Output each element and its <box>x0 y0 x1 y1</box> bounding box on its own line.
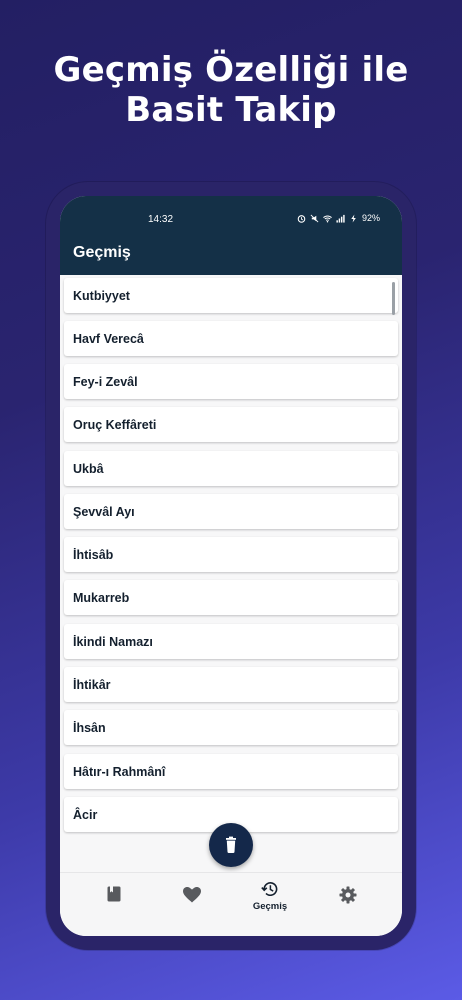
phone-frame: 14:32 92% Geçmiş Kutbiyyet Havf Verecâ F… <box>46 182 416 950</box>
history-list-item[interactable]: Hâtır-ı Rahmânî <box>64 754 398 789</box>
history-icon <box>261 882 278 896</box>
alarm-icon <box>297 214 306 223</box>
nav-settings[interactable] <box>318 873 378 925</box>
app-bar: Geçmiş <box>60 232 402 275</box>
history-list-item[interactable]: İhsân <box>64 710 398 745</box>
list-scrollbar[interactable] <box>392 282 395 315</box>
status-icons: 92% <box>297 213 380 223</box>
history-list-item[interactable]: İhtikâr <box>64 667 398 702</box>
history-list-item[interactable]: İhtisâb <box>64 537 398 572</box>
history-list-item[interactable]: Havf Verecâ <box>64 321 398 356</box>
history-list-item[interactable]: Kutbiyyet <box>64 278 398 313</box>
history-item-label: Mukarreb <box>73 591 130 605</box>
wifi-icon <box>323 215 332 222</box>
battery-charging-icon <box>351 213 356 223</box>
history-item-label: İhtikâr <box>73 678 111 692</box>
gear-icon <box>339 886 357 904</box>
heart-icon <box>183 887 201 903</box>
history-item-label: Oruç Keffâreti <box>73 418 157 432</box>
mute-icon <box>310 214 319 222</box>
page-title: Geçmiş <box>73 244 131 261</box>
nav-dictionary[interactable] <box>84 873 144 925</box>
history-list[interactable]: Kutbiyyet Havf Verecâ Fey-i Zevâl Oruç K… <box>60 275 402 872</box>
book-icon <box>107 886 121 902</box>
history-item-label: Ukbâ <box>73 462 104 476</box>
signal-icon <box>336 214 345 223</box>
clear-history-button[interactable] <box>209 823 253 867</box>
history-list-item[interactable]: Şevvâl Ayı <box>64 494 398 529</box>
history-list-item[interactable]: Mukarreb <box>64 580 398 615</box>
history-item-label: İhtisâb <box>73 548 114 562</box>
history-item-label: Havf Verecâ <box>73 332 144 346</box>
history-item-label: Şevvâl Ayı <box>73 505 135 519</box>
history-list-item[interactable]: İkindi Namazı <box>64 624 398 659</box>
history-item-label: Kutbiyyet <box>73 289 130 303</box>
nav-favorites[interactable] <box>162 873 222 925</box>
history-item-label: İkindi Namazı <box>73 635 153 649</box>
nav-history[interactable]: Geçmiş <box>240 873 300 925</box>
nav-history-label: Geçmiş <box>252 901 288 912</box>
history-item-label: Fey-i Zevâl <box>73 375 138 389</box>
history-item-label: Hâtır-ı Rahmânî <box>73 765 166 779</box>
headline-line-1: Geçmiş Özelliği ile <box>53 50 409 90</box>
battery-percent: 92% <box>361 213 380 223</box>
status-time: 14:32 <box>148 214 174 225</box>
promo-headline: Geçmiş Özelliği ile Basit Takip <box>0 50 462 130</box>
history-list-item[interactable]: Ukbâ <box>64 451 398 486</box>
history-list-item[interactable]: Fey-i Zevâl <box>64 364 398 399</box>
headline-line-2: Basit Takip <box>125 90 337 130</box>
history-item-label: Âcir <box>73 808 98 822</box>
history-list-item[interactable]: Oruç Keffâreti <box>64 407 398 442</box>
status-bar: 14:32 92% <box>60 196 402 232</box>
trash-icon <box>226 836 236 853</box>
bottom-navigation: Geçmiş <box>60 872 402 936</box>
history-item-label: İhsân <box>73 721 106 735</box>
phone-screen: 14:32 92% Geçmiş Kutbiyyet Havf Verecâ F… <box>60 196 402 936</box>
